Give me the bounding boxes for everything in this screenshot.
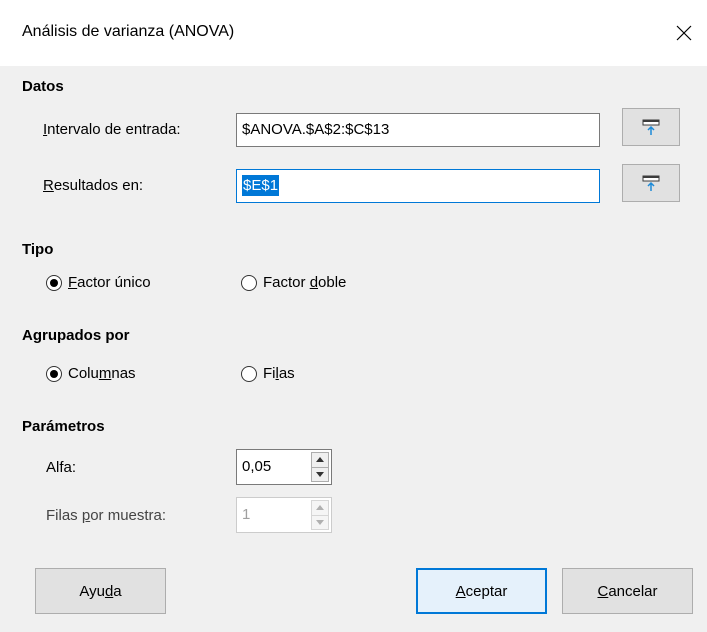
triangle-up-icon [316, 457, 324, 463]
radio-filas-label: Filas [263, 365, 295, 382]
triangle-down-icon [316, 519, 324, 525]
close-button[interactable] [661, 0, 707, 66]
section-tipo-heading: Tipo [22, 241, 54, 258]
results-to-field[interactable]: $E$1 [236, 169, 600, 203]
triangle-up-icon [316, 505, 324, 511]
results-to-selected-text: $E$1 [242, 175, 280, 196]
close-icon [676, 25, 692, 41]
radio-indicator [241, 365, 257, 382]
filas-por-muestra-value: 1 [242, 506, 251, 523]
section-parametros-heading: Parámetros [22, 418, 105, 435]
cancel-button[interactable]: Cancelar [562, 568, 693, 614]
anova-dialog: Análisis de varianza (ANOVA) Datos Inter… [0, 0, 707, 632]
alfa-value[interactable]: 0,05 [237, 450, 311, 484]
radio-factor-doble[interactable]: Factor doble [241, 274, 346, 291]
shrink-icon [642, 175, 660, 191]
input-range-label: Intervalo de entrada: [43, 121, 181, 138]
spin-up-button [312, 501, 328, 515]
shrink-icon [642, 119, 660, 135]
dialog-title: Análisis de varianza (ANOVA) [22, 23, 235, 40]
results-to-shrink-button[interactable] [622, 164, 680, 202]
radio-factor-unico-label: Factor único [68, 274, 151, 291]
alfa-spinbox[interactable]: 0,05 [236, 449, 332, 485]
radio-factor-unico[interactable]: Factor único [46, 274, 151, 291]
input-range-shrink-button[interactable] [622, 108, 680, 146]
alfa-label: Alfa: [46, 459, 77, 476]
spin-down-button[interactable] [312, 466, 328, 482]
radio-indicator [241, 274, 257, 291]
input-range-field[interactable]: $ANOVA.$A$2:$C$13 [236, 113, 600, 147]
help-button[interactable]: Ayu d a [35, 568, 166, 614]
filas-por-muestra-spinbox: 1 [236, 497, 332, 533]
spin-up-button[interactable] [312, 453, 328, 467]
radio-factor-doble-label: Factor doble [263, 274, 347, 291]
radio-columnas[interactable]: Columnas [46, 365, 136, 382]
radio-indicator-checked [46, 365, 62, 382]
radio-columnas-label: Columnas [68, 365, 136, 382]
radio-filas[interactable]: Filas [241, 365, 295, 382]
radio-indicator-checked [46, 274, 62, 291]
filas-por-muestra-label: Filas por muestra: [46, 507, 167, 524]
results-to-label: Resultados en: [43, 177, 144, 194]
section-agrupados-heading: Agrupados por [22, 327, 130, 344]
section-datos-heading: Datos [22, 78, 64, 95]
title-bar: Análisis de varianza (ANOVA) [0, 0, 707, 66]
spin-down-button [312, 514, 328, 530]
triangle-down-icon [316, 471, 324, 477]
ok-button[interactable]: Aceptar [416, 568, 547, 614]
